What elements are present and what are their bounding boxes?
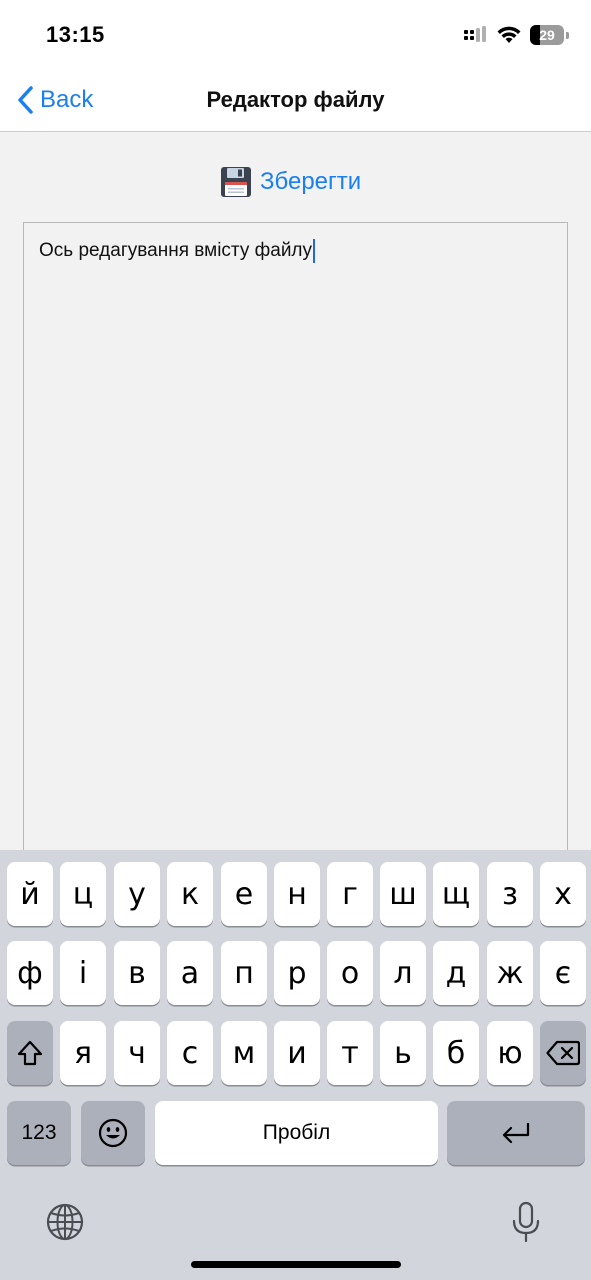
key-letter[interactable]: щ <box>433 862 479 926</box>
backspace-key[interactable] <box>540 1021 586 1085</box>
key-letter[interactable]: ю <box>487 1021 533 1085</box>
globe-icon[interactable] <box>45 1202 85 1242</box>
keyboard-row-1: й ц у к е н г ш щ з х <box>0 862 591 926</box>
key-letter[interactable]: я <box>60 1021 106 1085</box>
numbers-key[interactable]: 123 <box>7 1101 71 1165</box>
key-letter[interactable]: с <box>167 1021 213 1085</box>
key-letter[interactable]: т <box>327 1021 373 1085</box>
key-letter[interactable]: д <box>433 941 479 1005</box>
keyboard-row-2: ф і в а п р о л д ж є <box>0 941 591 1005</box>
floppy-disk-icon <box>221 167 251 197</box>
key-letter[interactable]: г <box>327 862 373 926</box>
key-letter[interactable]: е <box>221 862 267 926</box>
battery-tip <box>566 31 569 39</box>
key-letter[interactable]: в <box>114 941 160 1005</box>
shift-key[interactable] <box>7 1021 53 1085</box>
return-icon <box>502 1123 530 1144</box>
keyboard-row-3: я ч с м и т ь б ю <box>0 1021 591 1085</box>
battery-icon: 29 <box>530 25 564 45</box>
key-letter[interactable]: ж <box>487 941 533 1005</box>
keyboard-row-4: 123 Пробіл <box>0 1101 591 1165</box>
key-letter[interactable]: и <box>274 1021 320 1085</box>
signal-icon <box>464 26 486 42</box>
key-letter[interactable]: п <box>221 941 267 1005</box>
emoji-icon <box>98 1118 128 1148</box>
key-letter[interactable]: і <box>60 941 106 1005</box>
key-letter[interactable]: о <box>327 941 373 1005</box>
key-letter[interactable]: х <box>540 862 586 926</box>
key-letter[interactable]: ф <box>7 941 53 1005</box>
key-letter[interactable]: ь <box>380 1021 426 1085</box>
editor-text: Ось редагування вмісту файлу <box>39 240 313 261</box>
file-content-editor[interactable]: Ось редагування вмісту файлу <box>23 222 568 862</box>
status-bar: 13:15 29 <box>0 0 591 70</box>
shift-icon <box>17 1040 43 1066</box>
key-letter[interactable]: ц <box>60 862 106 926</box>
status-time: 13:15 <box>46 22 105 47</box>
key-letter[interactable]: є <box>540 941 586 1005</box>
wifi-icon <box>497 26 521 43</box>
key-letter[interactable]: ш <box>380 862 426 926</box>
on-screen-keyboard: й ц у к е н г ш щ з х ф і в а п р о л д … <box>0 850 591 1280</box>
home-indicator[interactable] <box>191 1261 401 1268</box>
back-button[interactable]: Back <box>16 80 93 120</box>
microphone-icon[interactable] <box>510 1200 542 1244</box>
key-letter[interactable]: р <box>274 941 320 1005</box>
save-button-label: Зберегти <box>260 168 362 195</box>
key-letter[interactable]: у <box>114 862 160 926</box>
key-letter[interactable]: з <box>487 862 533 926</box>
key-letter[interactable]: л <box>380 941 426 1005</box>
battery-level: 29 <box>539 27 555 43</box>
space-key[interactable]: Пробіл <box>155 1101 438 1165</box>
status-icons: 29 <box>464 22 569 48</box>
key-letter[interactable]: н <box>274 862 320 926</box>
key-letter[interactable]: м <box>221 1021 267 1085</box>
key-letter[interactable]: а <box>167 941 213 1005</box>
emoji-key[interactable] <box>81 1101 145 1165</box>
back-chevron-icon <box>18 86 33 114</box>
key-letter[interactable]: к <box>167 862 213 926</box>
text-caret <box>313 239 316 263</box>
key-letter[interactable]: ч <box>114 1021 160 1085</box>
navigation-bar: Редактор файлу Back <box>0 70 591 132</box>
key-letter[interactable]: б <box>433 1021 479 1085</box>
save-button[interactable]: Зберегти <box>220 164 361 200</box>
key-letter[interactable]: й <box>7 862 53 926</box>
return-key[interactable] <box>447 1101 585 1165</box>
back-button-label: Back <box>40 86 94 113</box>
backspace-icon <box>546 1040 580 1066</box>
